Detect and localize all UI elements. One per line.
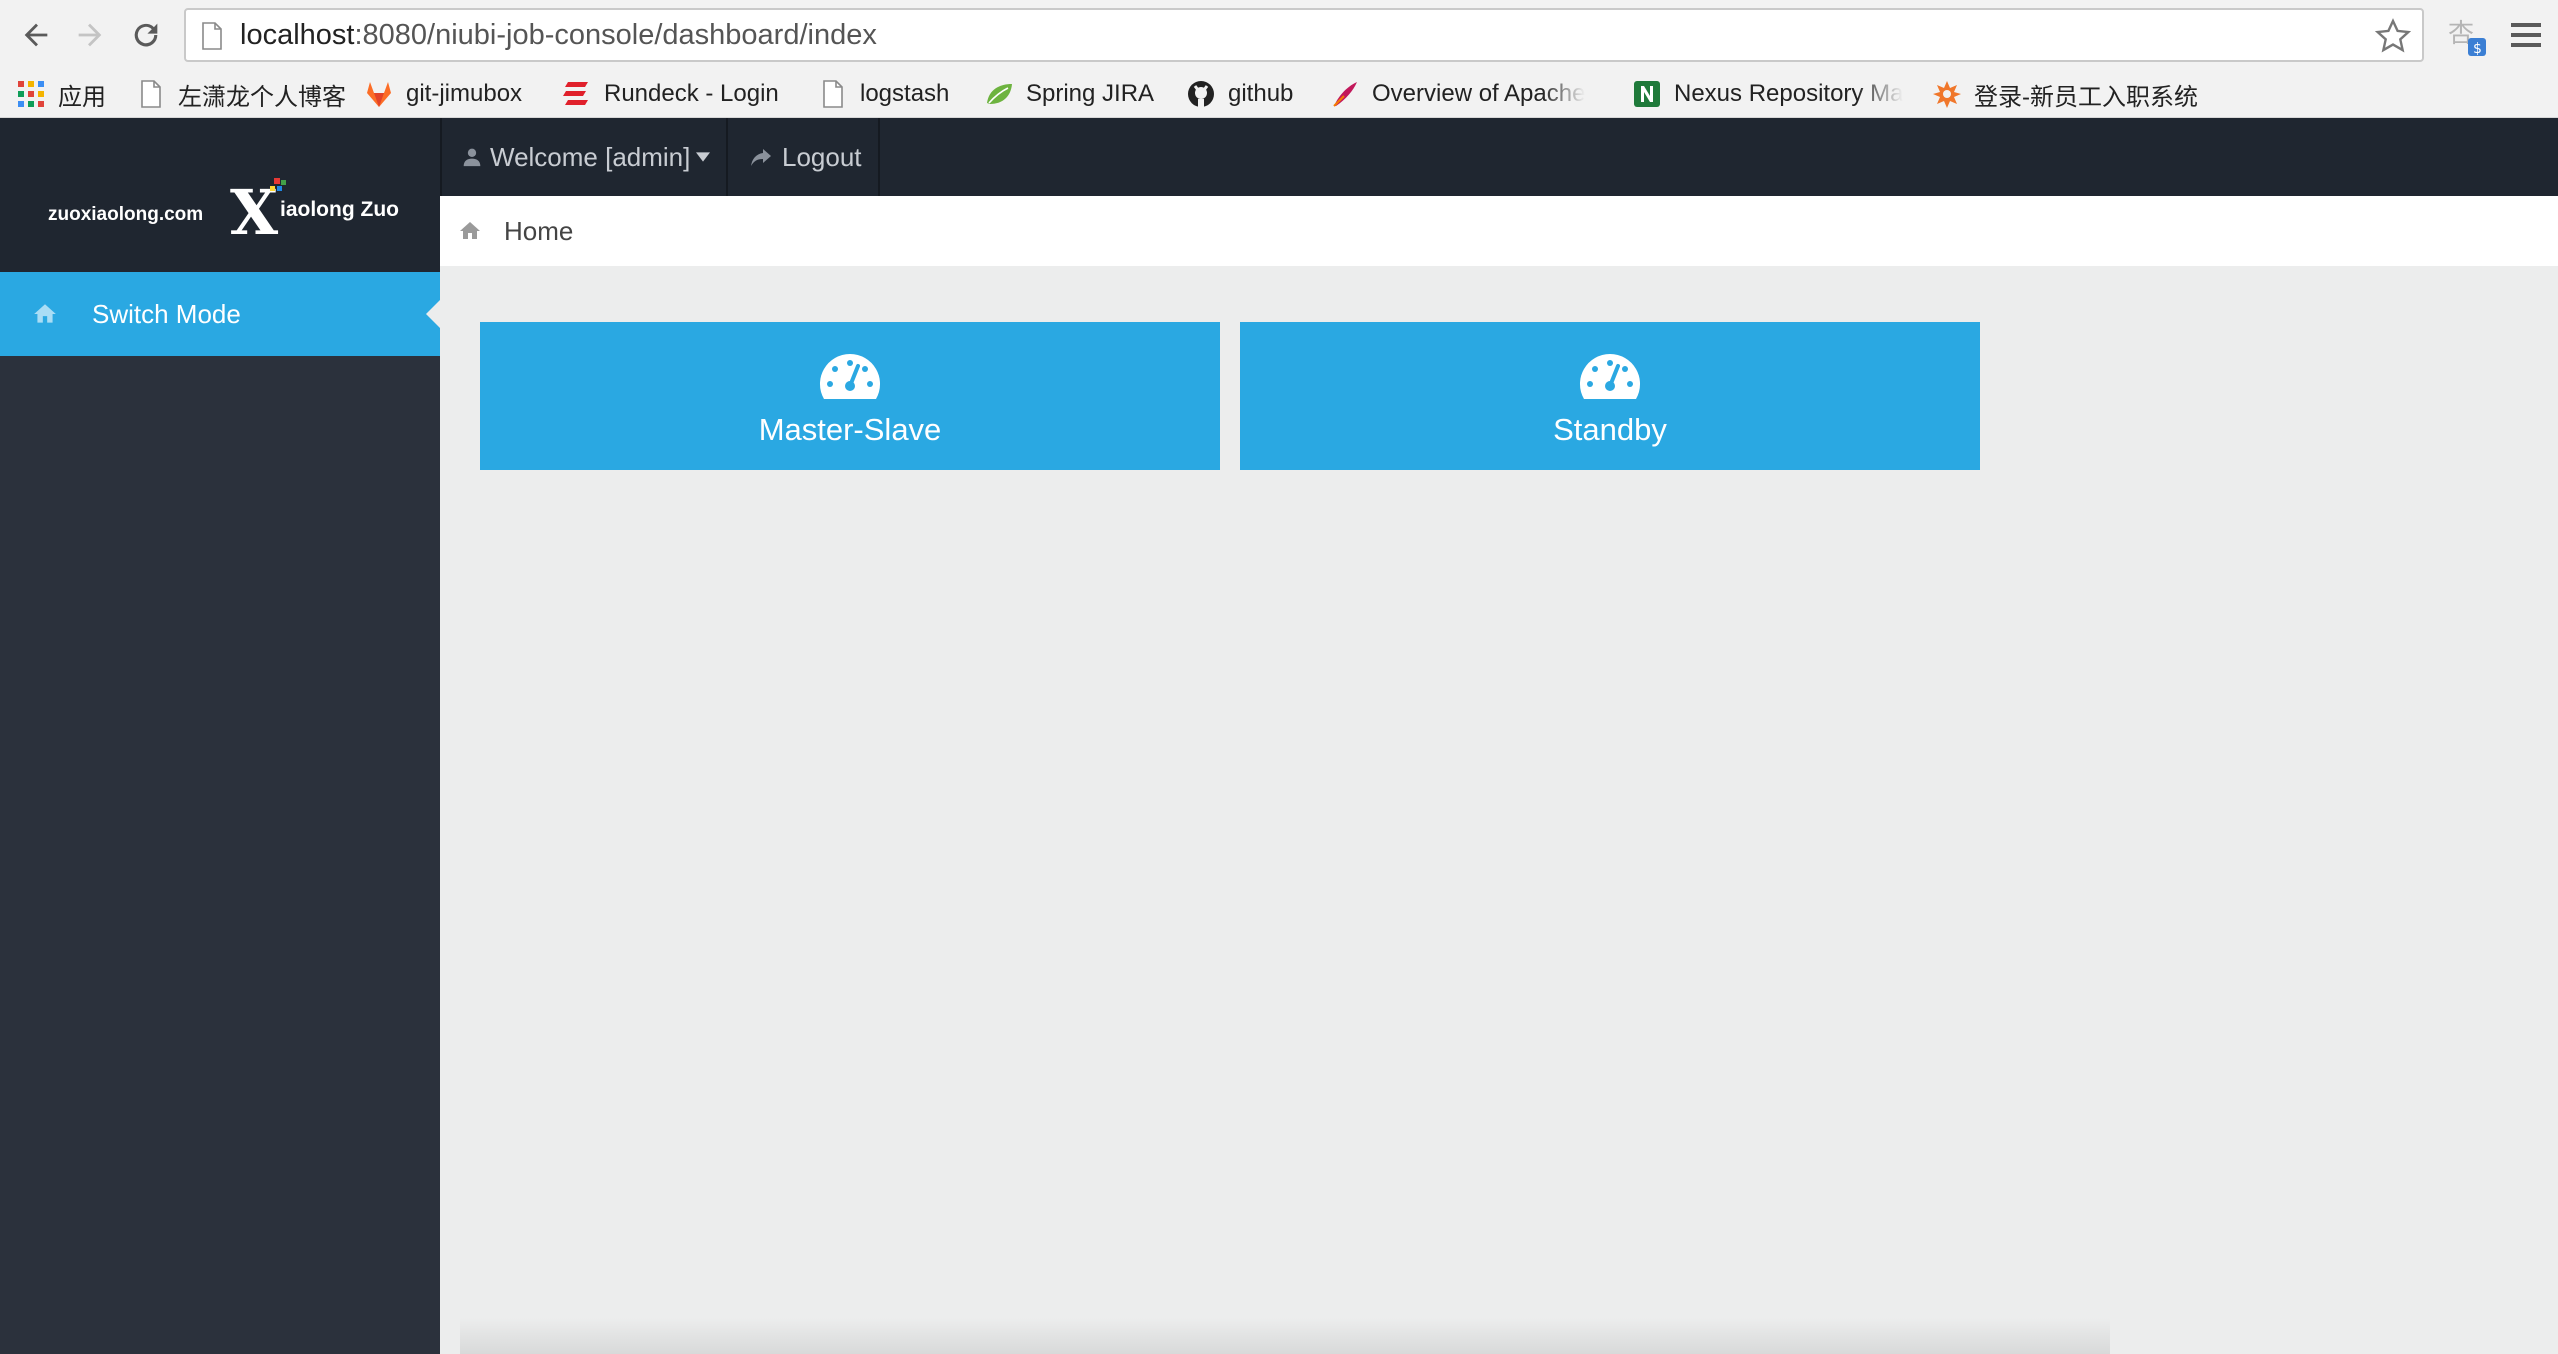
home-icon <box>460 222 480 239</box>
bookmark-label: Overview of Apache <box>1372 80 1586 107</box>
bookmark-spring-jira[interactable]: Spring JIRA <box>984 70 1154 118</box>
bookmark-label: logstash <box>860 80 950 107</box>
sidebar-item-label: Switch Mode <box>92 298 241 329</box>
apps-grid-icon <box>18 81 44 107</box>
active-caret <box>426 300 440 328</box>
bookmark-nexus[interactable]: Nexus Repository Ma <box>1632 70 1904 118</box>
forward-button[interactable] <box>68 13 112 57</box>
translate-extension-icon[interactable]: 杏 $ <box>2444 14 2490 60</box>
logo-site-text: zuoxiaolong.com <box>48 204 204 225</box>
caret-down-icon <box>696 152 711 162</box>
bookmark-apps[interactable]: 应用 <box>16 70 106 118</box>
tile-label: Master-Slave <box>758 412 942 447</box>
back-button[interactable] <box>14 13 58 57</box>
dashboard-gauge-icon <box>1579 354 1641 399</box>
address-path: :8080/niubi-job-console/dashboard/index <box>354 19 877 51</box>
logout-button[interactable]: Logout <box>748 118 862 196</box>
browser-toolbar: localhost:8080/niubi-job-console/dashboa… <box>0 0 2558 70</box>
gitlab-icon <box>367 82 391 107</box>
top-navbar: Welcome [admin] Logout <box>440 118 2558 196</box>
logout-label: Logout <box>782 141 862 172</box>
logo-name-text: iaolong Zuo <box>280 198 399 221</box>
spring-leaf-icon <box>987 84 1012 104</box>
bookmark-star-icon[interactable] <box>2374 17 2412 55</box>
page-icon <box>141 80 161 108</box>
user-icon <box>463 148 481 167</box>
topbar-divider <box>726 118 728 196</box>
page-icon <box>823 80 843 108</box>
star-burst-icon <box>1933 81 1961 108</box>
bookmark-rundeck[interactable]: Rundeck - Login <box>562 70 779 118</box>
bookmarks-bar: 应用 左潇龙个人博客 git-jimubox Rundeck - Login l… <box>0 70 2558 118</box>
address-bar[interactable]: localhost:8080/niubi-job-console/dashboa… <box>184 8 2424 62</box>
breadcrumb: Home <box>440 196 2558 266</box>
tile-master-slave[interactable]: Master-Slave <box>480 322 1220 470</box>
browser-menu-icon[interactable] <box>2508 18 2544 54</box>
bookmark-apache[interactable]: Overview of Apache <box>1330 70 1600 118</box>
welcome-dropdown[interactable]: Welcome [admin] <box>462 118 718 196</box>
bookmark-label: Rundeck - Login <box>604 80 779 107</box>
topbar-divider <box>440 118 442 196</box>
home-icon <box>34 304 56 323</box>
bookmark-logstash[interactable]: logstash <box>818 70 949 118</box>
bookmark-label: 登录-新员工入职系统 <box>1974 83 2198 111</box>
reload-button[interactable] <box>124 13 168 57</box>
bookmark-label: Nexus Repository Ma <box>1674 80 1904 107</box>
page-icon <box>202 22 222 50</box>
bookmark-label: 左潇龙个人博客 <box>178 83 346 111</box>
bookmark-github[interactable]: github <box>1186 70 1293 118</box>
tile-label: Standby <box>1553 412 1667 447</box>
arrow-left-icon <box>24 23 48 47</box>
bookmark-label: git-jimubox <box>406 80 523 107</box>
bookmark-label: Spring JIRA <box>1026 80 1155 107</box>
address-host: localhost <box>240 19 355 51</box>
svg-text:$: $ <box>2473 41 2482 57</box>
bookmark-blog[interactable]: 左潇龙个人博客 <box>136 70 346 118</box>
bookmark-label: 应用 <box>58 83 106 111</box>
tile-standby[interactable]: Standby <box>1240 322 1980 470</box>
bookmark-label: github <box>1228 80 1294 107</box>
dashboard-gauge-icon <box>819 354 881 399</box>
nexus-icon <box>1634 81 1660 107</box>
github-icon <box>1188 81 1214 107</box>
topbar-divider <box>878 118 880 196</box>
bookmark-onboarding[interactable]: 登录-新员工入职系统 <box>1932 70 2198 118</box>
welcome-label: Welcome [admin] <box>490 141 691 172</box>
address-text: localhost:8080/niubi-job-console/dashboa… <box>240 10 877 60</box>
apache-feather-icon <box>1333 82 1357 107</box>
logo[interactable]: zuoxiaolong.com X iaolong Zuo <box>0 118 440 272</box>
reload-icon <box>134 23 158 47</box>
sidebar-item-switch-mode[interactable]: Switch Mode <box>0 272 440 356</box>
arrow-right-icon <box>78 23 102 47</box>
breadcrumb-home[interactable]: Home <box>504 216 573 247</box>
bookmark-git-jimubox[interactable]: git-jimubox <box>364 70 522 118</box>
share-arrow-icon <box>751 149 771 166</box>
rundeck-icon <box>563 82 588 105</box>
content-bottom-shadow <box>460 1318 2110 1354</box>
sidebar: zuoxiaolong.com X iaolong Zuo Switch Mod… <box>0 118 440 1354</box>
